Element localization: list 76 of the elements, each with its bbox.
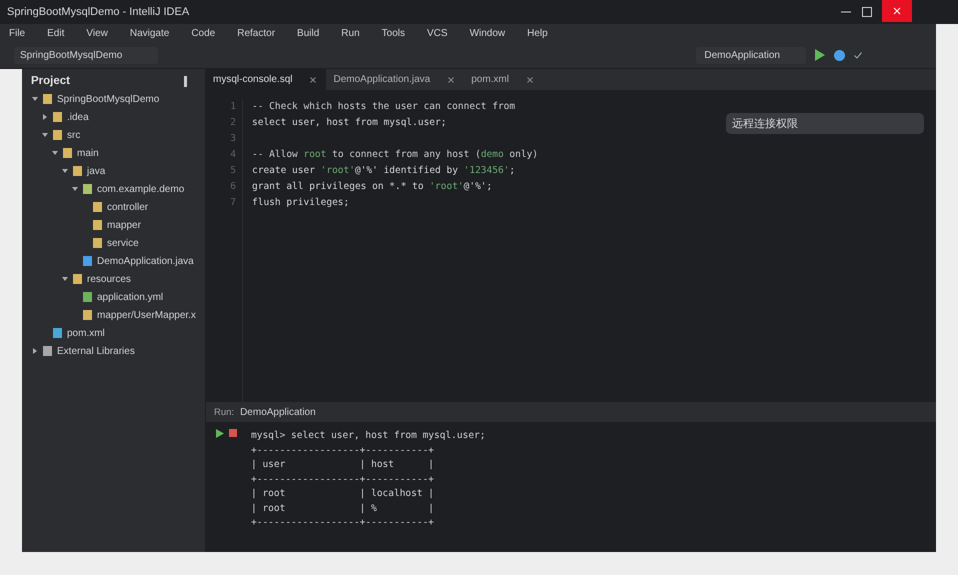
editor-tab[interactable]: mysql-console.sql (206, 69, 326, 90)
editor-tab[interactable]: DemoApplication.java (326, 69, 464, 90)
tree-item[interactable]: src (67, 130, 80, 140)
check-icon[interactable] (854, 52, 862, 58)
tree-item[interactable]: resources (87, 274, 131, 284)
window-title: SpringBootMysqlDemo - IntelliJ IDEA (7, 6, 190, 18)
line-number: 3 (229, 132, 236, 146)
close-button[interactable] (882, 0, 912, 22)
run-icon[interactable] (815, 49, 825, 61)
tree-item[interactable]: SpringBootMysqlDemo (57, 94, 160, 104)
close-icon[interactable] (448, 76, 454, 82)
code-line: -- Check which hosts the user can connect from (252, 100, 516, 114)
menu-item[interactable]: Code (191, 28, 216, 38)
console-line: | user | host | (251, 458, 436, 472)
debug-icon[interactable] (834, 50, 845, 60)
console-line: +------------------+-----------+ (251, 516, 436, 530)
menu-item[interactable]: Refactor (237, 28, 276, 38)
expanded-arrow-icon[interactable] (42, 132, 48, 138)
console-line: +------------------+-----------+ (251, 472, 436, 486)
scrollbar-thumb[interactable] (184, 76, 187, 86)
tree-item[interactable]: External Libraries (57, 346, 135, 356)
close-icon[interactable] (527, 76, 533, 82)
project-breadcrumb[interactable]: SpringBootMysqlDemo (14, 46, 158, 64)
collapsed-arrow-icon[interactable] (42, 114, 48, 120)
tree-item[interactable]: service (107, 238, 139, 248)
tree-item[interactable]: java (87, 166, 106, 176)
maximize-icon[interactable] (862, 7, 872, 17)
tree-item[interactable]: mapper (107, 220, 141, 230)
expanded-arrow-icon[interactable] (32, 96, 38, 102)
editor-tab[interactable]: pom.xml (464, 69, 543, 90)
code-line: grant all privileges on *.* to 'root'@'%'; (252, 180, 494, 194)
tree-item[interactable]: application.yml (97, 292, 164, 302)
menu-item[interactable]: Window (470, 28, 506, 38)
code-line: flush privileges; (252, 196, 350, 210)
close-icon[interactable] (310, 76, 316, 82)
run-configuration-dropdown[interactable]: DemoApplication (696, 46, 806, 64)
line-number: 6 (229, 180, 236, 194)
expanded-arrow-icon[interactable] (72, 186, 78, 192)
menu-item[interactable]: Navigate (130, 28, 170, 38)
code-line: -- Allow root to connect from any host (demo only) (252, 148, 538, 162)
line-number: 4 (229, 148, 236, 162)
tree-item[interactable]: pom.xml (67, 328, 105, 338)
menu-item[interactable]: Help (527, 28, 548, 38)
console-line: +------------------+-----------+ (251, 444, 436, 458)
line-number: 2 (229, 116, 236, 130)
menu-item[interactable]: Build (297, 28, 320, 38)
code-line: select user, host from mysql.user; (252, 116, 448, 130)
code-line: create user 'root'@'%' identified by '123456'; (252, 164, 516, 178)
floating-label: 远程连接权限 (726, 113, 924, 134)
expanded-arrow-icon[interactable] (52, 150, 58, 156)
tree-item[interactable]: main (77, 148, 99, 158)
rerun-icon[interactable] (216, 429, 224, 438)
menu-item[interactable]: Tools (382, 28, 405, 38)
tree-item[interactable]: mapper/UserMapper.x (97, 310, 196, 320)
tree-item[interactable]: com.example.demo (97, 184, 184, 194)
menu-item[interactable]: File (9, 28, 26, 38)
console-line: | root | % | (251, 502, 436, 516)
menu-item[interactable]: View (86, 28, 108, 38)
run-tab[interactable]: DemoApplication (240, 406, 316, 418)
line-number: 1 (229, 100, 236, 114)
expanded-arrow-icon[interactable] (62, 276, 68, 282)
console-line: | root | localhost | (251, 487, 436, 501)
expanded-arrow-icon[interactable] (62, 168, 68, 174)
line-number: 7 (229, 196, 236, 210)
console-line: mysql> select user, host from mysql.user; (251, 429, 486, 443)
close-icon (893, 7, 901, 15)
tree-item[interactable]: .idea (67, 112, 89, 122)
panel-title: Project (31, 75, 70, 87)
menu-item[interactable]: Edit (47, 28, 64, 38)
menu-item[interactable]: Run (341, 28, 360, 38)
menu-item[interactable]: VCS (427, 28, 448, 38)
tree-item[interactable]: DemoApplication.java (97, 256, 194, 266)
collapsed-arrow-icon[interactable] (32, 348, 38, 354)
tree-item[interactable]: controller (107, 202, 148, 212)
run-label: Run: (214, 406, 234, 418)
line-number: 5 (229, 164, 236, 178)
